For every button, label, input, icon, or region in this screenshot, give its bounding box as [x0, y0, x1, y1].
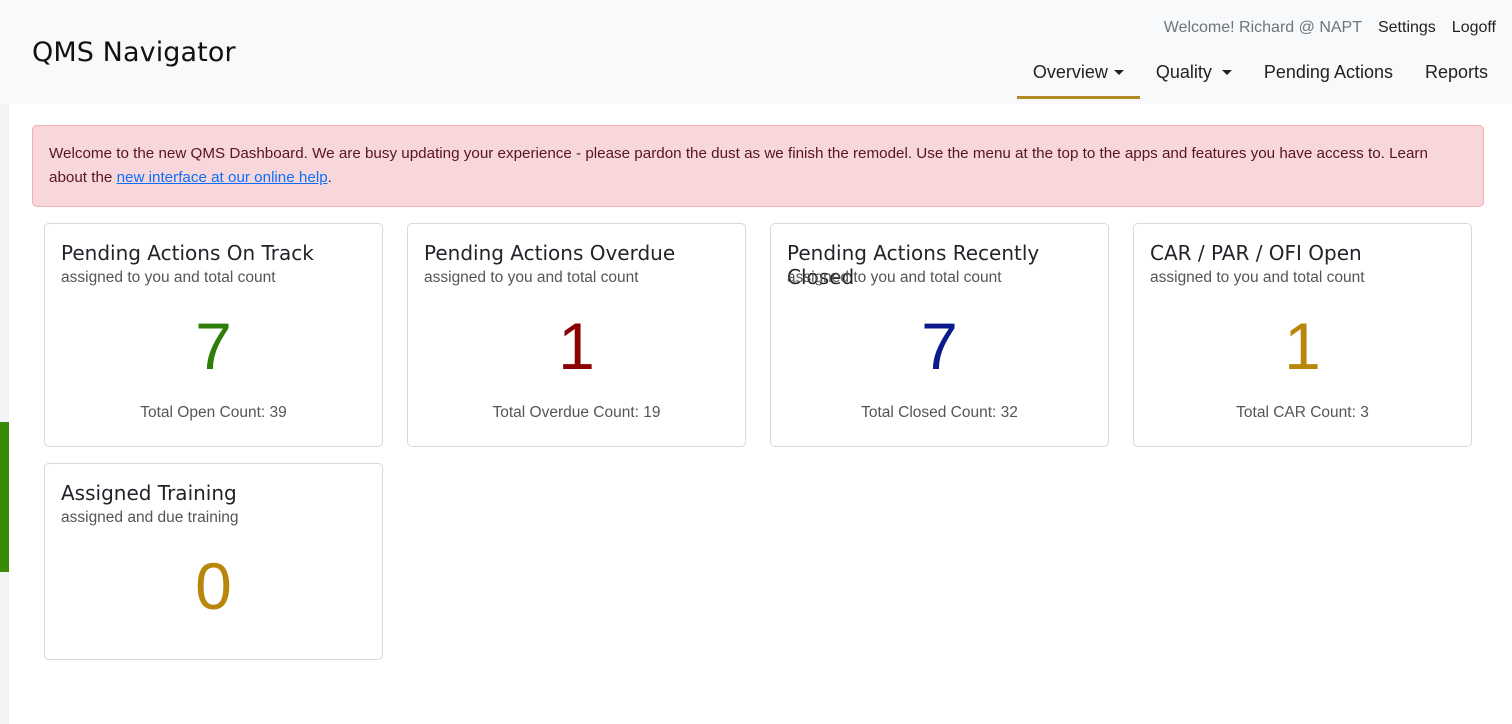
card-title: Assigned Training — [61, 481, 237, 505]
app-brand[interactable]: QMS Navigator — [32, 37, 236, 68]
side-accent-bar[interactable] — [0, 422, 9, 572]
card-count: 1 — [1284, 309, 1321, 383]
card-title: CAR / PAR / OFI Open — [1150, 241, 1362, 265]
nav-reports[interactable]: Reports — [1409, 53, 1504, 96]
card-title: Pending Actions On Track — [61, 241, 314, 265]
card-subtitle: assigned to you and total count — [1150, 269, 1365, 286]
card-pending-recently-closed[interactable]: Pending Actions Recently Closed assigned… — [770, 223, 1109, 447]
card-car-par-ofi-open[interactable]: CAR / PAR / OFI Open assigned to you and… — [1133, 223, 1472, 447]
nav-overview-label: Overview — [1032, 62, 1108, 82]
card-assigned-training[interactable]: Assigned Training assigned and due train… — [44, 463, 383, 660]
nav-quality[interactable]: Quality — [1140, 53, 1248, 96]
card-total: Total Open Count: 39 — [140, 404, 287, 421]
card-subtitle: assigned to you and total count — [61, 269, 276, 286]
nav-overview[interactable]: Overview — [1016, 53, 1140, 99]
left-scroll-track — [0, 104, 9, 724]
welcome-text: Welcome! Richard @ NAPT — [1163, 19, 1362, 36]
card-total: Total Closed Count: 32 — [861, 404, 1018, 421]
caret-down-icon — [1221, 70, 1232, 75]
online-help-link[interactable]: new interface at our online help — [117, 169, 328, 186]
card-subtitle: assigned to you and total count — [787, 269, 1002, 286]
main-nav: Overview Quality Pending Actions Reports — [1016, 53, 1504, 99]
settings-link[interactable]: Settings — [1378, 19, 1436, 37]
welcome-alert: Welcome to the new QMS Dashboard. We are… — [32, 125, 1484, 207]
caret-down-icon — [1113, 70, 1124, 75]
card-count: 1 — [558, 309, 595, 383]
user-links: Welcome! Richard @ NAPT Settings Logoff — [1164, 19, 1496, 37]
top-navbar: QMS Navigator Welcome! Richard @ NAPT Se… — [0, 0, 1512, 104]
card-subtitle: assigned to you and total count — [424, 269, 639, 286]
card-title: Pending Actions Overdue — [424, 241, 676, 265]
card-subtitle: assigned and due training — [61, 509, 239, 526]
card-count: 7 — [921, 309, 958, 383]
card-total: Total CAR Count: 3 — [1236, 404, 1369, 421]
nav-pending-actions[interactable]: Pending Actions — [1248, 53, 1409, 96]
card-count: 0 — [195, 549, 232, 623]
card-count: 7 — [195, 309, 232, 383]
logoff-link[interactable]: Logoff — [1452, 19, 1496, 37]
nav-quality-label: Quality — [1155, 62, 1212, 82]
card-total: Total Overdue Count: 19 — [492, 404, 661, 421]
alert-text-end: . — [327, 169, 332, 186]
card-pending-overdue[interactable]: Pending Actions Overdue assigned to you … — [407, 223, 746, 447]
card-pending-on-track[interactable]: Pending Actions On Track assigned to you… — [44, 223, 383, 447]
